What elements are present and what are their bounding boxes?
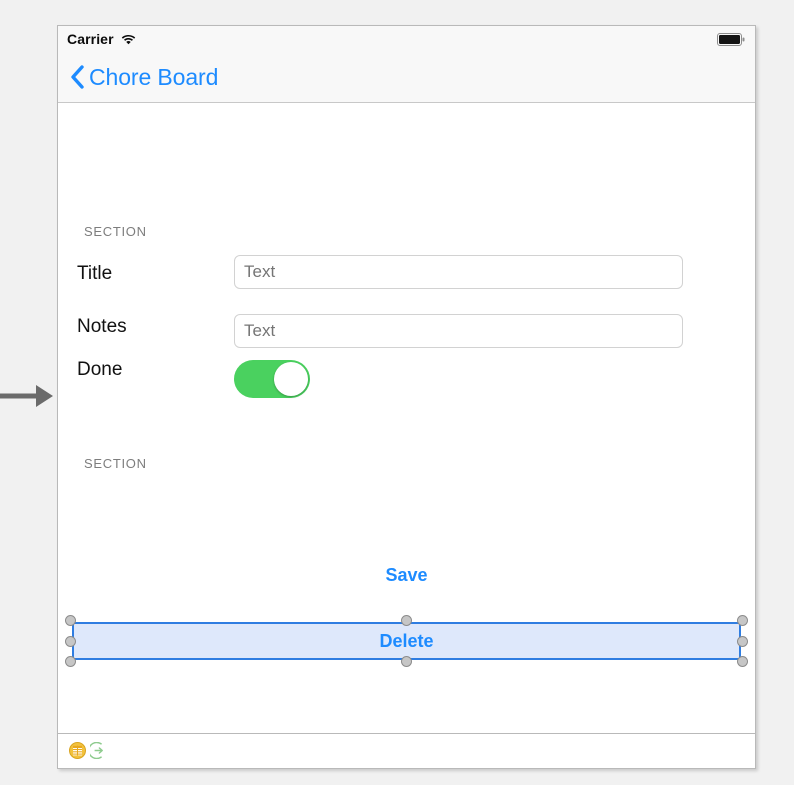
notes-text-field[interactable] xyxy=(234,314,683,348)
resize-handle-top-right[interactable] xyxy=(737,615,748,626)
view-controller-icon[interactable] xyxy=(69,742,86,759)
row-label-notes: Notes xyxy=(77,316,127,337)
device-canvas: Carrier Chore Board SECTION Title Text N… xyxy=(57,25,756,769)
resize-handle-middle-right[interactable] xyxy=(737,635,748,647)
status-bar: Carrier xyxy=(58,26,755,52)
wifi-icon xyxy=(121,33,136,45)
title-text-field[interactable] xyxy=(234,255,683,289)
navigation-bar: Chore Board xyxy=(58,52,755,103)
section-header-1: SECTION xyxy=(84,224,147,239)
screenshot-root: Carrier Chore Board SECTION Title Text N… xyxy=(0,0,794,785)
delete-button[interactable]: Delete xyxy=(72,622,741,660)
resize-handle-bottom-right[interactable] xyxy=(737,656,748,667)
done-switch[interactable] xyxy=(234,360,310,398)
exit-segue-icon[interactable] xyxy=(90,742,107,759)
resize-handle-bottom-left[interactable] xyxy=(65,656,76,667)
chevron-left-icon[interactable] xyxy=(70,65,84,89)
battery-full-icon xyxy=(717,32,745,46)
save-button[interactable]: Save xyxy=(58,565,755,586)
row-label-done: Done xyxy=(77,359,123,380)
row-label-title: Title xyxy=(77,263,113,284)
scene-dock-bar xyxy=(58,733,755,767)
resize-handle-bottom-center[interactable] xyxy=(401,656,412,667)
carrier-label: Carrier xyxy=(67,31,114,47)
back-button-label[interactable]: Chore Board xyxy=(89,64,218,91)
resize-handle-top-left[interactable] xyxy=(65,615,76,626)
resize-handle-top-center[interactable] xyxy=(401,615,412,626)
table-view: SECTION Title Notes Done SECTION Save De… xyxy=(58,103,755,733)
switch-knob xyxy=(274,362,308,396)
right-arrow-annotation xyxy=(0,380,58,412)
resize-handle-middle-left[interactable] xyxy=(65,635,76,647)
section-header-2: SECTION xyxy=(84,456,147,471)
delete-button-selection: Delete xyxy=(65,615,748,667)
